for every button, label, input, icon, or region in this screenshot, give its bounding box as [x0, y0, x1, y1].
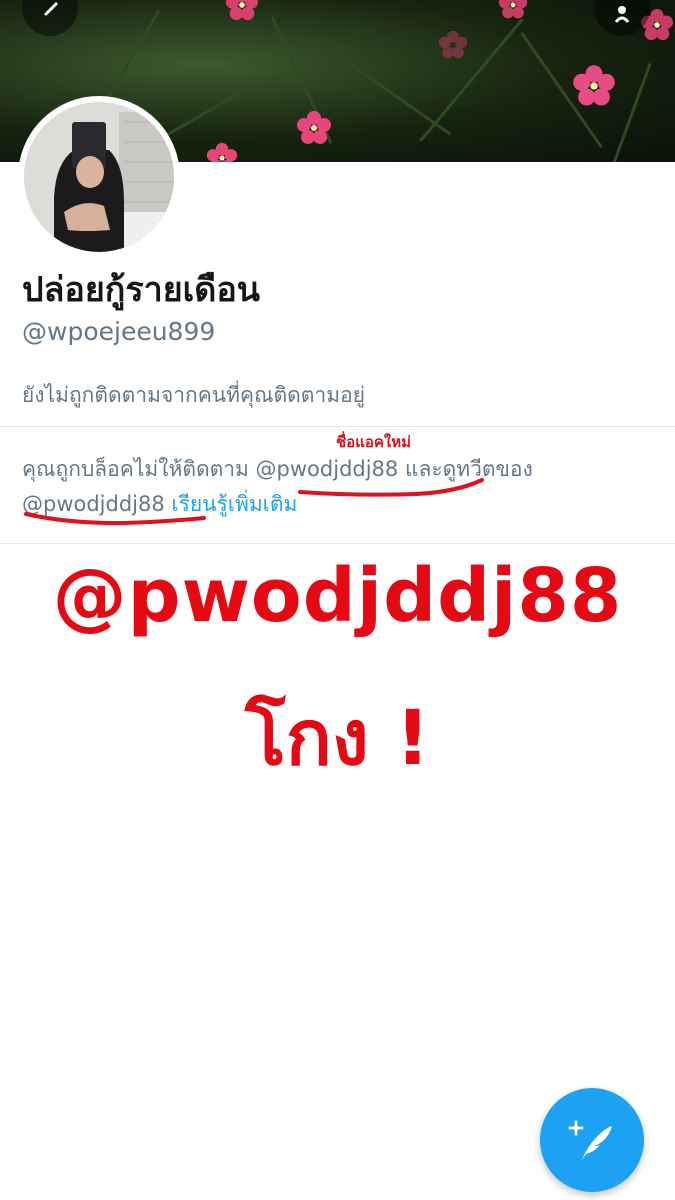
flower-decoration	[438, 30, 468, 59]
add-user-icon	[614, 6, 630, 23]
back-arrow-icon	[44, 2, 58, 16]
divider	[0, 426, 675, 427]
follow-status-text: ยังไม่ถูกติดตามจากคนที่คุณติดตามอยู่	[22, 383, 365, 407]
display-name: ปล่อยกู้รายเดือน	[22, 270, 260, 310]
red-underline-annotation	[24, 512, 206, 525]
flower-decoration	[206, 142, 238, 162]
add-user-button[interactable]	[594, 0, 650, 36]
compose-tweet-button[interactable]	[540, 1088, 644, 1192]
back-button[interactable]	[22, 0, 78, 36]
flower-decoration	[498, 0, 528, 19]
avatar-photo	[24, 102, 174, 252]
new-account-annotation: ชื่อแอคใหม่	[336, 433, 411, 451]
scam-annotation: โกง !	[244, 693, 431, 782]
divider	[0, 543, 675, 544]
big-handle-annotation: @pwodjddj88	[52, 553, 623, 639]
profile-handle: @wpoejeeu899	[22, 317, 216, 346]
flower-decoration	[297, 111, 331, 144]
blocked-prefix: คุณถูกบล็อคไม่ให้ติดตาม	[22, 457, 256, 481]
avatar[interactable]	[18, 96, 180, 258]
compose-tweet-icon	[568, 1120, 612, 1160]
flower-decoration	[573, 65, 615, 106]
flower-decoration	[225, 0, 259, 21]
red-underline-annotation	[298, 478, 484, 497]
